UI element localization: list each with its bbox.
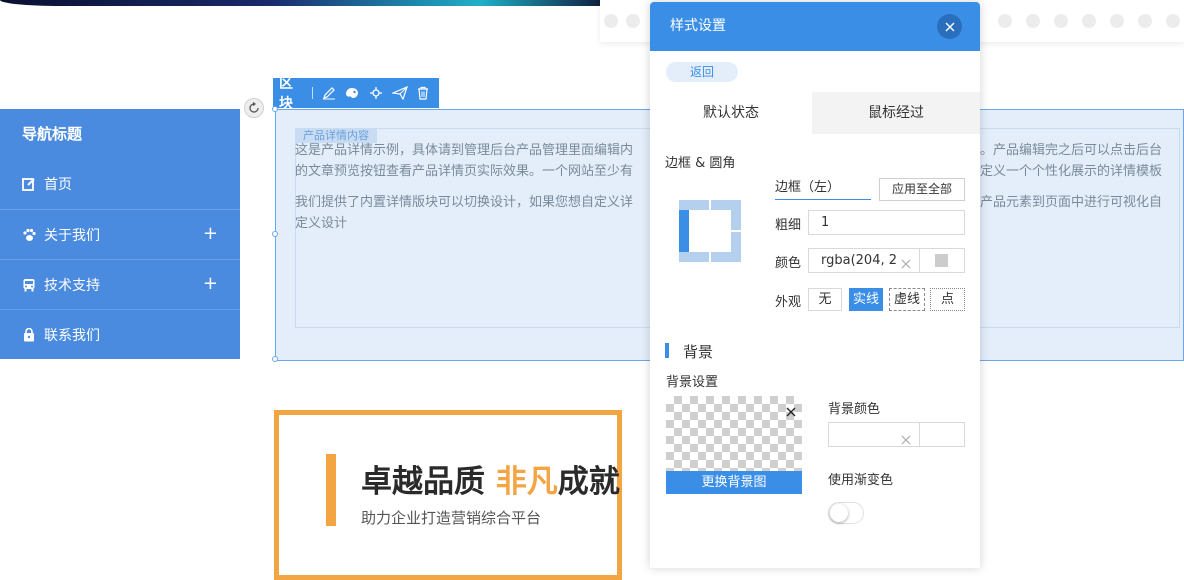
bus-icon: [22, 278, 36, 292]
carousel-dot[interactable]: [1138, 14, 1152, 28]
expand-icon[interactable]: +: [203, 274, 218, 294]
border-section-label: 边框 & 圆角: [665, 156, 736, 171]
paragraph-line: 的文章预览按钮查看产品详情页实际效果。一个网站至少有: [295, 164, 634, 179]
promo-title-text: 卓越品质: [361, 464, 496, 500]
rotate-icon[interactable]: [244, 98, 264, 118]
block-label: 区块: [279, 76, 293, 112]
carousel-dot[interactable]: [1166, 14, 1180, 28]
clear-icon[interactable]: [901, 254, 913, 269]
color-label: 颜色: [775, 256, 802, 271]
promo-subtitle: 助力企业打造营销综合平台: [361, 509, 542, 527]
appearance-none[interactable]: 无: [808, 288, 842, 311]
thickness-label: 粗细: [775, 218, 802, 233]
color-value: rgba(204, 2: [821, 253, 898, 268]
nav-title: 导航标题: [22, 125, 83, 143]
lock-bag-icon: [22, 327, 36, 342]
paw-icon: [22, 228, 36, 242]
promo-title: 卓越品质 非凡成就: [361, 456, 620, 501]
block-toolbar: 区块: [273, 76, 439, 112]
resize-handle[interactable]: [272, 231, 278, 237]
nav-item-home[interactable]: 首页: [0, 159, 240, 209]
nav-item-about[interactable]: 关于我们 +: [0, 209, 240, 259]
background-image-preview[interactable]: [666, 396, 802, 471]
paragraph: 产品元素到页面中进行可视化自: [980, 192, 1180, 213]
paragraph-line: 定义一个个性化展示的详情模板: [980, 164, 1163, 179]
background-heading: 背景: [683, 343, 714, 361]
paragraph-line: 定义设计: [295, 216, 348, 231]
back-button[interactable]: 返回: [666, 62, 738, 82]
edit-icon: [22, 177, 36, 191]
side-navigation: 导航标题 首页 关于我们 + 技术支持 + 联系我们: [0, 109, 240, 359]
promo-title-highlight: 非凡: [495, 464, 558, 500]
paragraph-line: 我们提供了内置详情版块可以切换设计，如果您想自定义详: [295, 195, 634, 210]
trash-icon[interactable]: [416, 85, 431, 101]
carousel-dot[interactable]: [998, 14, 1012, 28]
appearance-label: 外观: [775, 295, 802, 310]
gradient-toggle[interactable]: [828, 502, 864, 524]
nav-item-label: 技术支持: [44, 277, 100, 294]
move-icon[interactable]: [368, 85, 383, 101]
nav-item-contact[interactable]: 联系我们: [0, 309, 240, 359]
toolbar-divider: [312, 87, 314, 99]
expand-icon[interactable]: +: [203, 224, 218, 244]
resize-handle[interactable]: [272, 356, 278, 362]
border-preview-center: [689, 210, 731, 252]
bg-color-label: 背景颜色: [828, 402, 881, 417]
tab-hover-state[interactable]: 鼠标经过: [812, 92, 980, 134]
close-button[interactable]: [937, 14, 962, 39]
paragraph-line: 。产品编辑完之后可以点击后台: [980, 143, 1163, 158]
border-preview-gap: [731, 230, 741, 232]
border-preview-gap: [679, 230, 689, 232]
resize-handle[interactable]: [272, 106, 278, 112]
section-accent-bar: [665, 343, 669, 358]
close-icon: [945, 22, 954, 31]
nav-item-label: 联系我们: [44, 327, 100, 344]
tab-default-state[interactable]: 默认状态: [650, 92, 812, 134]
carousel-dot[interactable]: [1026, 14, 1040, 28]
paragraph-line: 产品元素到页面中进行可视化自: [980, 195, 1163, 210]
state-tabs: 默认状态 鼠标经过: [650, 92, 980, 134]
color-swatch[interactable]: [919, 248, 965, 273]
appearance-dashed[interactable]: 虚线: [889, 288, 925, 311]
clear-icon[interactable]: [901, 430, 913, 445]
edit-icon[interactable]: [321, 85, 336, 101]
panel-title: 样式设置: [670, 18, 726, 34]
promo-accent-bar: [326, 454, 336, 526]
bg-color-swatch[interactable]: [919, 422, 965, 447]
carousel-dot[interactable]: [604, 14, 618, 28]
carousel-dot[interactable]: [1054, 14, 1068, 28]
change-background-button[interactable]: 更换背景图: [666, 471, 802, 494]
border-side-selector[interactable]: [679, 200, 741, 262]
border-preview-gap: [709, 200, 711, 210]
hero-banner-edge: [0, 0, 600, 6]
paragraph: 我们提供了内置详情版块可以切换设计，如果您想自定义详 定义设计: [295, 192, 655, 234]
gradient-label: 使用渐变色: [828, 473, 894, 488]
panel-header: 样式设置: [650, 2, 980, 51]
thickness-input[interactable]: 1: [808, 210, 965, 235]
remove-image-icon[interactable]: [786, 402, 796, 417]
carousel-dot[interactable]: [626, 14, 640, 28]
carousel-dot[interactable]: [1082, 14, 1096, 28]
paragraph: 。产品编辑完之后可以点击后台 定义一个个性化展示的详情模板: [980, 140, 1180, 182]
border-preview-gap: [709, 252, 711, 262]
toggle-knob: [830, 504, 848, 522]
nav-item-label: 首页: [44, 177, 72, 193]
background-settings-label: 背景设置: [666, 375, 719, 390]
palette-icon[interactable]: [345, 85, 360, 101]
border-side-field[interactable]: 边框（左）: [775, 178, 871, 200]
style-settings-panel: 样式设置 返回 默认状态 鼠标经过 边框 & 圆角 边框（左） 应用至全部 粗细…: [650, 2, 980, 568]
paragraph: 这是产品详情示例，具体请到管理后台产品管理里面编辑内 的文章预览按钮查看产品详情…: [295, 140, 655, 182]
appearance-dotted[interactable]: 点: [930, 288, 965, 311]
nav-item-label: 关于我们: [44, 227, 100, 244]
color-swatch-fill: [935, 254, 948, 267]
apply-all-button[interactable]: 应用至全部: [879, 178, 965, 201]
paragraph-line: 这是产品详情示例，具体请到管理后台产品管理里面编辑内: [295, 143, 634, 158]
appearance-solid[interactable]: 实线: [849, 288, 883, 311]
carousel-dot[interactable]: [1110, 14, 1124, 28]
promo-title-text: 成就: [557, 464, 620, 500]
nav-item-support[interactable]: 技术支持 +: [0, 259, 240, 309]
send-icon[interactable]: [391, 85, 408, 101]
